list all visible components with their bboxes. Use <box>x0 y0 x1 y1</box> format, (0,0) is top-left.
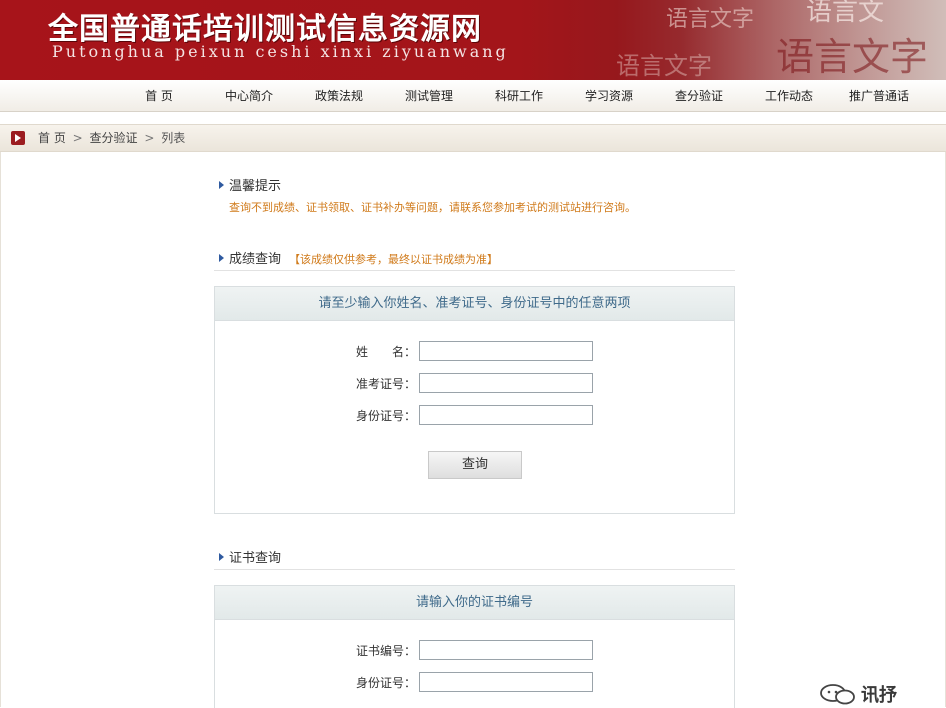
id-number-label: 身份证号： <box>355 409 416 423</box>
tips-title: 温馨提示 <box>229 179 282 194</box>
tips-text: 查询不到成绩、证书领取、证书补办等问题，请联系您参加考试的测试站进行咨询。 <box>229 201 636 214</box>
ticket-number-input[interactable] <box>419 373 593 393</box>
wechat-icon <box>820 684 855 705</box>
score-query-title: 成绩查询 <box>229 252 282 267</box>
calligraphy-decoration: 语言文字 语言文 语言文字 语言文字 <box>616 0 946 80</box>
svg-text:语言文字: 语言文字 <box>776 35 928 79</box>
score-query-panel-title: 请至少输入你姓名、准考证号、身份证号中的任意两项 <box>215 287 734 321</box>
cert-number-label: 证书编号： <box>355 644 416 658</box>
triangle-bullet-icon <box>219 553 224 561</box>
cert-query-heading: 证书查询 <box>219 547 281 566</box>
nav-item-about[interactable]: 中心简介 <box>204 80 294 112</box>
nav-item-research[interactable]: 科研工作 <box>474 80 564 112</box>
cert-query-panel-title: 请输入你的证书编号 <box>215 586 734 620</box>
score-query-panel: 请至少输入你姓名、准考证号、身份证号中的任意两项 姓 名： 准考证号： 身份证号… <box>214 286 735 514</box>
score-query-note: 【该成绩仅供参考，最终以证书成绩为准】 <box>289 253 499 266</box>
nav-item-policy[interactable]: 政策法规 <box>294 80 384 112</box>
name-row: 姓 名： <box>215 341 736 361</box>
score-query-heading: 成绩查询 【该成绩仅供参考，最终以证书成绩为准】 <box>219 248 498 267</box>
breadcrumb-separator: > <box>144 131 155 145</box>
cert-id-number-label: 身份证号： <box>355 676 416 690</box>
cert-query-panel: 请输入你的证书编号 证书编号： 身份证号： <box>214 585 735 708</box>
id-number-input[interactable] <box>419 405 593 425</box>
svg-text:语言文字: 语言文字 <box>666 7 754 32</box>
breadcrumb-current: 列表 <box>161 131 186 145</box>
watermark: 讯抒 <box>819 681 939 707</box>
cert-query-title: 证书查询 <box>229 551 282 566</box>
main-nav: 首 页 中心简介 政策法规 测试管理 科研工作 学习资源 查分验证 工作动态 推… <box>0 80 946 112</box>
main-content: 温馨提示 查询不到成绩、证书领取、证书补办等问题，请联系您参加考试的测试站进行咨… <box>0 152 946 708</box>
ticket-number-label: 准考证号： <box>355 377 416 391</box>
nav-item-news[interactable]: 工作动态 <box>744 80 834 112</box>
name-label: 姓 名： <box>355 345 416 359</box>
breadcrumb: 首 页 > 查分验证 > 列表 <box>0 124 946 152</box>
breadcrumb-separator: > <box>72 131 83 145</box>
triangle-bullet-icon <box>219 254 224 262</box>
svg-text:语言文字: 语言文字 <box>616 52 712 80</box>
watermark-text: 讯抒 <box>861 685 897 706</box>
site-subtitle: Putonghua peixun ceshi xinxi ziyuanwang <box>52 42 509 61</box>
ticket-number-row: 准考证号： <box>215 373 736 393</box>
cert-number-row: 证书编号： <box>215 640 736 660</box>
site-banner: 全国普通话培训测试信息资源网 Putonghua peixun ceshi xi… <box>0 0 946 80</box>
spacer <box>0 112 946 124</box>
tips-heading: 温馨提示 <box>219 175 281 194</box>
breadcrumb-home[interactable]: 首 页 <box>38 131 66 145</box>
breadcrumb-section[interactable]: 查分验证 <box>90 131 138 145</box>
nav-item-score-verify[interactable]: 查分验证 <box>654 80 744 112</box>
nav-item-test-management[interactable]: 测试管理 <box>384 80 474 112</box>
nav-item-learning[interactable]: 学习资源 <box>564 80 654 112</box>
nav-item-promote[interactable]: 推广普通话 <box>834 80 924 112</box>
name-input[interactable] <box>419 341 593 361</box>
cert-id-number-input[interactable] <box>419 672 593 692</box>
id-number-row: 身份证号： <box>215 405 736 425</box>
breadcrumb-arrow-icon <box>11 131 25 145</box>
section-divider <box>214 569 735 570</box>
nav-item-home[interactable]: 首 页 <box>114 80 204 112</box>
section-divider <box>214 270 735 271</box>
cert-id-number-row: 身份证号： <box>215 672 736 692</box>
triangle-bullet-icon <box>219 181 224 189</box>
cert-number-input[interactable] <box>419 640 593 660</box>
query-button[interactable]: 查询 <box>428 451 522 479</box>
svg-text:语言文: 语言文 <box>806 0 884 27</box>
